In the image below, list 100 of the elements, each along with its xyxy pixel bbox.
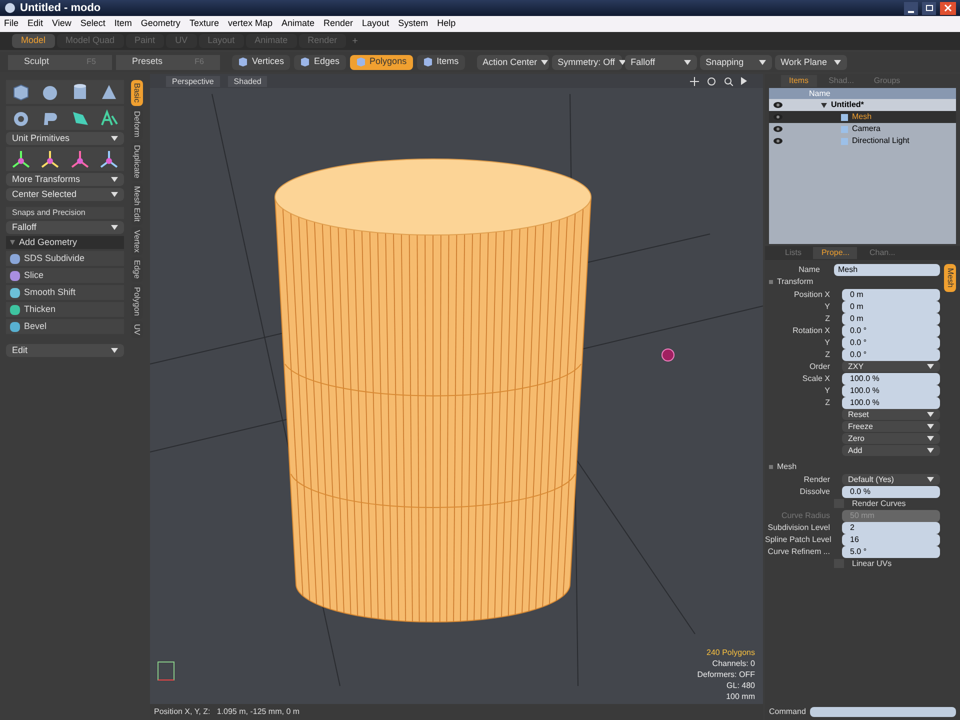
menu-item[interactable]: Edit (28, 17, 44, 31)
close-button[interactable] (940, 2, 956, 14)
viewport-stat: 240 Polygons (706, 647, 755, 658)
selection-mode-button[interactable]: Items (416, 54, 465, 70)
menu-item[interactable]: Animate (281, 17, 315, 31)
selection-mode-button[interactable]: Vertices (232, 54, 290, 70)
transform-gizmo-icon[interactable] (98, 149, 120, 169)
menu-item[interactable]: File (4, 17, 19, 31)
tree-label: Directional Light (852, 135, 910, 147)
caret-icon (541, 60, 548, 64)
menu-item[interactable]: Geometry (140, 17, 180, 31)
tool-button[interactable]: Smooth Shift (6, 285, 124, 300)
menu-item[interactable]: Help (437, 17, 456, 31)
section-header[interactable]: Mesh (765, 461, 940, 473)
restore-button[interactable] (922, 2, 936, 14)
numeric-field[interactable]: 0.0 ° (842, 348, 940, 360)
dropdown[interactable]: Center Selected (6, 188, 124, 201)
tool-button[interactable]: Bevel (6, 319, 124, 334)
tree-row[interactable]: Camera (769, 123, 956, 135)
zoom-icon[interactable] (724, 76, 733, 86)
eye-icon[interactable] (773, 101, 783, 109)
transform-gizmo-icon[interactable] (68, 149, 91, 169)
numeric-field[interactable]: 0.0 % (842, 486, 940, 498)
dropdown[interactable]: Symmetry: Off (552, 54, 622, 70)
numeric-field[interactable]: 0 m (842, 312, 940, 324)
tool-button[interactable]: Thicken (6, 302, 124, 317)
viewport-mode-tab[interactable]: Perspective (166, 76, 220, 86)
eye-icon[interactable] (773, 137, 783, 145)
checkbox[interactable] (834, 499, 844, 508)
eye-icon[interactable] (773, 113, 783, 121)
section-toggle[interactable]: Add Geometry (6, 236, 124, 249)
numeric-field[interactable]: 0.0 ° (842, 336, 940, 348)
panel-tab[interactable]: Items (781, 75, 817, 87)
expand-triangle-icon[interactable] (821, 102, 827, 108)
name-field[interactable]: Mesh (834, 264, 940, 276)
minimize-button[interactable] (904, 2, 918, 14)
numeric-field[interactable]: 100.0 % (842, 396, 940, 408)
dropdown[interactable]: Add (842, 445, 940, 456)
dropdown[interactable]: Zero (842, 433, 940, 444)
dropdown[interactable]: Reset (842, 409, 940, 420)
pan-icon[interactable] (690, 76, 699, 86)
dropdown[interactable]: Falloff (624, 54, 697, 70)
layout-tab[interactable]: Model (12, 34, 55, 48)
transform-gizmo-icon[interactable] (10, 149, 32, 169)
dropdown[interactable]: ZXY (842, 361, 940, 372)
tree-row[interactable]: Directional Light (769, 135, 956, 147)
dropdown[interactable]: Default (Yes) (842, 474, 940, 485)
field-label: Order (808, 360, 831, 372)
vertical-tab[interactable]: Mesh (944, 264, 956, 292)
caret-icon (618, 60, 626, 64)
transform-gizmo-icon[interactable] (39, 149, 62, 169)
dropdown[interactable]: More Transforms (6, 173, 124, 186)
numeric-field[interactable]: 2 (842, 522, 940, 534)
dropdown[interactable]: Edit (6, 344, 124, 357)
dropdown[interactable]: Unit Primitives (6, 132, 124, 145)
menu-item[interactable]: View (52, 17, 72, 31)
dropdown[interactable]: Freeze (842, 421, 940, 432)
checkbox-label: Linear UVs (852, 558, 892, 570)
viewport-mode-tab[interactable]: Shaded (228, 76, 268, 86)
numeric-field[interactable]: 100.0 % (842, 384, 940, 396)
checkbox[interactable] (834, 559, 844, 568)
numeric-field[interactable]: 100.0 % (842, 372, 940, 384)
eye-icon[interactable] (773, 125, 783, 133)
dropdown[interactable]: Work Plane (774, 54, 847, 70)
selection-mode-button[interactable]: Polygons (350, 54, 413, 70)
command-label: Command (769, 706, 806, 718)
numeric-field[interactable]: 16 (842, 534, 940, 546)
dropdown[interactable]: Snapping (700, 54, 772, 70)
menu-item[interactable]: vertex Map (228, 17, 272, 31)
numeric-field[interactable]: 0.0 ° (842, 324, 940, 336)
panel-tab[interactable]: Prope... (813, 247, 858, 259)
rotate-icon[interactable] (707, 76, 716, 86)
tree-row[interactable]: Untitled* (769, 99, 956, 111)
field-label: Z (824, 396, 831, 408)
play-icon[interactable] (741, 77, 747, 85)
vertical-tab[interactable]: Basic (131, 80, 143, 106)
field-label: Z (824, 348, 831, 360)
numeric-field[interactable]: 5.0 ° (842, 546, 940, 558)
command-field[interactable] (810, 707, 956, 717)
numeric-field[interactable]: 0 m (842, 300, 940, 312)
tool-button[interactable]: SDS Subdivide (6, 251, 124, 266)
dropdown[interactable]: Action Center (476, 54, 549, 70)
tool-button[interactable]: Slice (6, 268, 124, 283)
selection-mode-button[interactable]: Edges (294, 54, 346, 70)
tree-row[interactable]: Mesh (769, 111, 956, 123)
text-icon[interactable] (98, 108, 120, 128)
section-header[interactable]: Transform (765, 276, 940, 288)
field-label: Curve Refinem ... (766, 546, 831, 558)
viewport[interactable]: Perspective Shaded 240 Polygons Channels: 0 Deformers: OFF GL: 480 100 mm Position X, Y, Z: 1.095 m, -125 mm, 0 m (150, 74, 763, 720)
menu-item[interactable]: Select (80, 17, 106, 31)
caret-icon (927, 364, 934, 369)
app-logo-icon (4, 2, 16, 14)
menu-item[interactable]: System (398, 17, 428, 31)
menu-item[interactable]: Layout (362, 17, 390, 31)
menu-item[interactable]: Render (324, 17, 354, 31)
menu-item[interactable]: Texture (189, 17, 219, 31)
dropdown[interactable]: Falloff (6, 221, 124, 234)
tree-label: Untitled* (831, 99, 864, 111)
menu-item[interactable]: Item (114, 17, 132, 31)
numeric-field[interactable]: 0 m (842, 288, 940, 300)
